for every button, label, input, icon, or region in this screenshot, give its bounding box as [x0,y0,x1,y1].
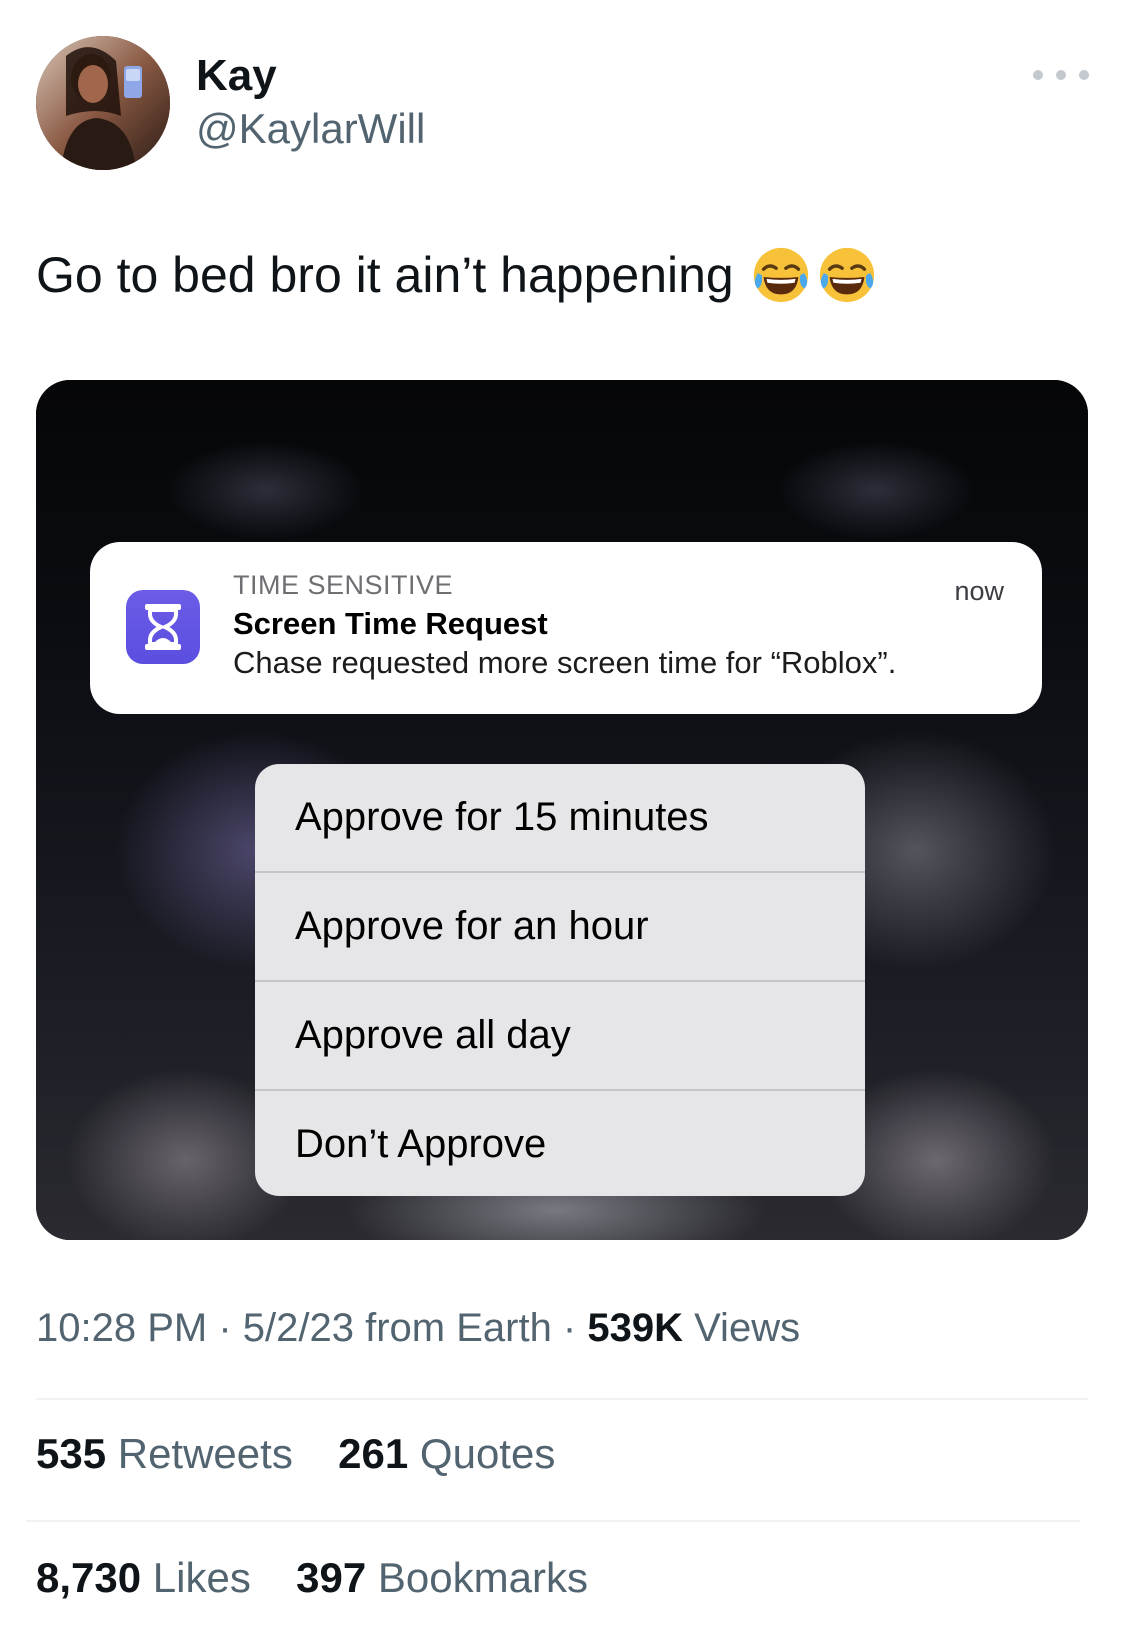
more-dot-icon [1079,70,1089,80]
bookmarks-stat[interactable]: 397 Bookmarks [296,1554,588,1601]
likes-label: Likes [141,1554,251,1601]
likes-stat[interactable]: 8,730 Likes [36,1554,251,1601]
meta-separator: · [551,1306,588,1350]
face-with-tears-of-joy-icon [750,244,812,306]
retweets-stat[interactable]: 535 Retweets [36,1430,293,1477]
bookmarks-count: 397 [296,1554,367,1601]
handle[interactable]: @KaylarWill [196,104,425,154]
divider [36,1398,1088,1400]
divider [26,1520,1080,1522]
hourglass-icon [126,590,200,664]
display-name[interactable]: Kay [196,50,277,102]
avatar-image [36,36,170,170]
engagement-stats-row: 8,730 Likes 397 Bookmarks [36,1554,588,1602]
screen-time-notification[interactable]: TIME SENSITIVE now Screen Time Request C… [90,542,1042,714]
tweet-time[interactable]: 10:28 PM [36,1306,207,1350]
quotes-count: 261 [338,1430,409,1477]
notification-category: TIME SENSITIVE [233,570,454,600]
more-dot-icon [1056,70,1066,80]
dont-approve-button[interactable]: Don’t Approve [255,1091,865,1196]
views-count: 539K [587,1306,683,1350]
more-dot-icon [1033,70,1043,80]
more-options-button[interactable] [1033,60,1089,90]
likes-count: 8,730 [36,1554,142,1601]
tweet-media-image[interactable]: TIME SENSITIVE now Screen Time Request C… [36,380,1088,1240]
notification-time: now [954,576,1004,606]
tweet-text: Go to bed bro it ain’t happening [36,244,878,306]
tweet-metadata: 10:28 PM · 5/2/23 from Earth · 539K View… [36,1306,800,1351]
retweets-count: 535 [36,1430,107,1477]
face-with-tears-of-joy-icon [816,244,878,306]
notification-title: Screen Time Request [233,606,548,641]
approve-all-day-button[interactable]: Approve all day [255,982,865,1091]
bookmarks-label: Bookmarks [366,1554,588,1601]
quotes-label: Quotes [408,1430,556,1477]
retweets-label: Retweets [106,1430,293,1477]
notification-body: Chase requested more screen time for “Ro… [233,645,897,680]
quotes-stat[interactable]: 261 Quotes [338,1430,555,1477]
views-label: Views [682,1306,801,1350]
avatar[interactable] [36,36,170,170]
tweet-date-source: 5/2/23 from Earth [242,1306,552,1350]
engagement-stats-row: 535 Retweets 261 Quotes [36,1430,555,1478]
tweet-text-content: Go to bed bro it ain’t happening [36,247,734,303]
notification-action-menu: Approve for 15 minutes Approve for an ho… [255,764,865,1196]
approve-hour-button[interactable]: Approve for an hour [255,873,865,982]
approve-15-minutes-button[interactable]: Approve for 15 minutes [255,764,865,873]
meta-separator: · [207,1306,243,1350]
